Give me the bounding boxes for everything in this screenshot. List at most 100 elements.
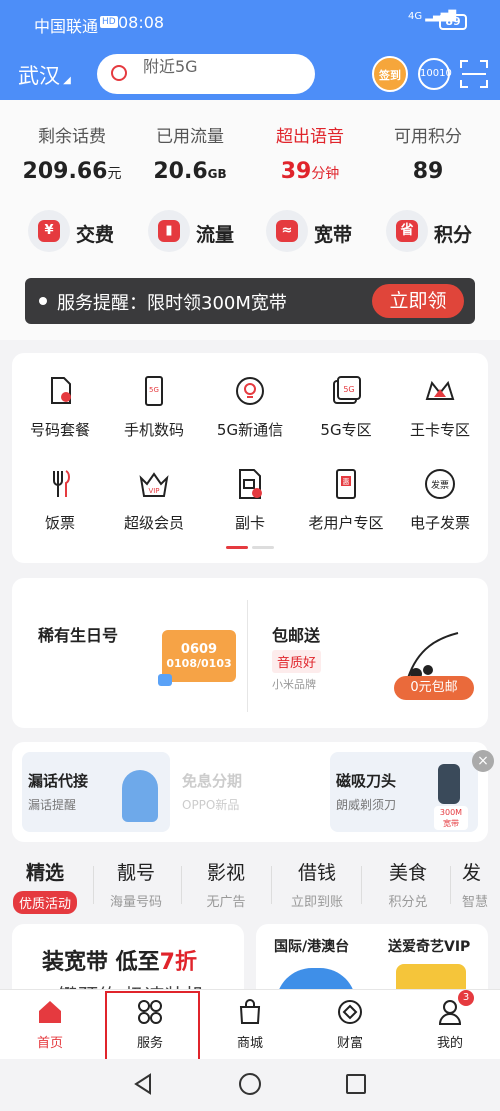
svg-text:惠: 惠 xyxy=(343,477,350,486)
grid-item-loyal-user[interactable]: 惠 老用户专区 xyxy=(296,468,396,558)
crown-icon xyxy=(425,380,455,400)
stat-data-used[interactable]: 已用流量 20.6GB xyxy=(138,122,242,184)
stat-voice-over[interactable]: 超出语音 39分钟 xyxy=(258,122,362,184)
claim-label: 立即领 xyxy=(389,290,447,312)
promo-subtitle: 小米品牌 xyxy=(272,678,316,691)
tab-loan[interactable]: 借钱 立即到账 xyxy=(267,858,367,910)
quick-points-button[interactable]: 省 积分 xyxy=(386,210,486,254)
bulb-icon xyxy=(236,377,264,405)
grid-item-meal-ticket[interactable]: 饭票 xyxy=(10,468,110,558)
tab-subtitle: 优质活动 xyxy=(12,891,77,914)
wealth-icon xyxy=(338,1000,362,1024)
divider xyxy=(450,866,451,904)
promo-title: 磁吸刀头 xyxy=(336,772,397,790)
stat-label: 可用积分 xyxy=(394,127,462,147)
battery-icon: 89 xyxy=(439,14,467,30)
tab-food[interactable]: 美食 积分兑 xyxy=(358,858,458,910)
free-shipping-button[interactable]: 0元包邮 xyxy=(394,676,474,700)
grid-item-5g-zone[interactable]: 5G 5G专区 xyxy=(296,375,396,465)
svg-text:5G: 5G xyxy=(149,386,159,394)
search-placeholder: 附近5G xyxy=(143,57,198,76)
sim-card-icon xyxy=(51,377,71,404)
stat-value: 89 xyxy=(412,159,444,184)
sub-card-icon xyxy=(239,469,262,499)
service-notice-banner[interactable]: 服务提醒：限时领300M宽带 立即领 xyxy=(25,278,475,324)
notification-badge: 3 xyxy=(458,990,474,1006)
hd-badge: HD xyxy=(100,16,118,28)
quick-broadband-button[interactable]: ≈ 宽带 xyxy=(266,210,366,254)
nav-profile[interactable]: 我的 3 xyxy=(400,990,500,1058)
nav-wealth[interactable]: 财富 xyxy=(300,994,400,1058)
checkin-button[interactable]: 签到 xyxy=(372,56,408,92)
stat-points[interactable]: 可用积分 89 xyxy=(376,122,480,184)
stat-unit: 分钟 xyxy=(311,166,340,182)
svg-text:VIP: VIP xyxy=(148,487,159,495)
quick-pay-button[interactable]: ¥ 交费 xyxy=(28,210,128,254)
caret-icon: ◢ xyxy=(60,75,71,86)
agent-avatar-icon xyxy=(122,770,158,822)
tab-title: 靓号 xyxy=(116,862,155,884)
scan-icon[interactable] xyxy=(460,60,488,88)
invoice-icon: 发票 xyxy=(425,469,455,499)
gift-phone-icon: 惠 xyxy=(336,469,356,499)
nav-label: 商城 xyxy=(236,1036,263,1051)
promo-missed-call[interactable]: 漏话代接 漏话提醒 xyxy=(22,752,170,832)
grid-item-e-invoice[interactable]: 发票 电子发票 xyxy=(390,468,490,558)
promo-subtitle: OPPO新品 xyxy=(182,798,240,812)
fork-icon xyxy=(53,470,70,497)
search-input[interactable]: 附近5G xyxy=(97,54,315,94)
page-indicator-active xyxy=(226,546,248,549)
tab-video[interactable]: 影视 无广告 xyxy=(176,858,276,910)
tab-title: 影视 xyxy=(206,862,245,884)
grid-item-digital[interactable]: 5G 手机数码 xyxy=(104,375,204,465)
tab-more[interactable]: 发 智慧 xyxy=(462,858,500,910)
grid-item-king-card[interactable]: 王卡专区 xyxy=(390,375,490,465)
promo-birthday-number[interactable]: 稀有生日号 0609 0108/0103 xyxy=(24,590,242,716)
promo-shaver[interactable]: 磁吸刀头 朗威剃须刀 300M 宽带 xyxy=(330,752,478,832)
claim-now-button[interactable]: 立即领 xyxy=(372,284,464,318)
bullet-icon xyxy=(39,297,47,305)
app-header: 武汉 ◢ 附近5G 签到 10010 xyxy=(0,46,500,102)
grid-label: 饭票 xyxy=(44,514,75,532)
grid-label: 电子发票 xyxy=(409,514,470,532)
tab-title: 精选 xyxy=(25,862,64,884)
stat-value: 209.66 xyxy=(22,159,108,184)
grid-item-5g-comm[interactable]: 5G新通信 xyxy=(200,375,300,465)
promo-earphones[interactable]: 包邮送 音质好 小米品牌 0元包邮 xyxy=(262,590,480,716)
tab-subtitle: 智慧 xyxy=(462,895,489,910)
close-icon[interactable]: × xyxy=(472,750,494,772)
grid-label: 超级会员 xyxy=(123,514,184,532)
promo-subtitle: 漏话提醒 xyxy=(28,798,77,812)
grid-item-sub-card[interactable]: 副卡 xyxy=(200,468,300,558)
home-icon xyxy=(39,1001,61,1023)
stat-unit: GB xyxy=(207,167,227,181)
nav-mall[interactable]: 商城 xyxy=(200,994,300,1058)
grid-item-super-vip[interactable]: VIP 超级会员 xyxy=(104,468,204,558)
grid-label: 王卡专区 xyxy=(409,421,470,439)
feed-title: 送爱奇艺VIP xyxy=(388,939,471,955)
nav-label: 我的 xyxy=(436,1036,463,1051)
tab-featured[interactable]: 精选 优质活动 xyxy=(0,858,95,914)
tab-title: 发 xyxy=(462,862,482,884)
stat-label: 剩余话费 xyxy=(38,127,106,147)
stat-label: 已用流量 xyxy=(156,127,224,147)
city-label: 武汉 xyxy=(18,64,60,88)
tab-subtitle: 海量号码 xyxy=(109,895,162,910)
customer-service-icon[interactable]: 10010 xyxy=(418,58,452,90)
stat-label: 超出语音 xyxy=(276,127,344,147)
tab-numbers[interactable]: 靓号 海量号码 xyxy=(86,858,186,910)
promo-installment[interactable]: 免息分期 OPPO新品 xyxy=(176,752,324,832)
number-badge: 0609 0108/0103 xyxy=(162,630,236,682)
promo-tag: 音质好 xyxy=(272,650,322,673)
nav-home[interactable]: 首页 xyxy=(0,994,100,1058)
tab-title: 美食 xyxy=(388,862,427,884)
grid-item-number-plan[interactable]: 号码套餐 xyxy=(10,375,110,465)
back-icon[interactable] xyxy=(132,1073,154,1095)
home-circle-icon[interactable] xyxy=(239,1073,261,1095)
city-selector[interactable]: 武汉 ◢ xyxy=(18,60,71,90)
quick-data-button[interactable]: ▮ 流量 xyxy=(148,210,248,254)
tab-subtitle: 积分兑 xyxy=(388,895,428,910)
promo-title: 漏话代接 xyxy=(28,772,89,790)
stat-balance[interactable]: 剩余话费 209.66元 xyxy=(20,122,124,184)
recents-icon[interactable] xyxy=(346,1074,366,1094)
